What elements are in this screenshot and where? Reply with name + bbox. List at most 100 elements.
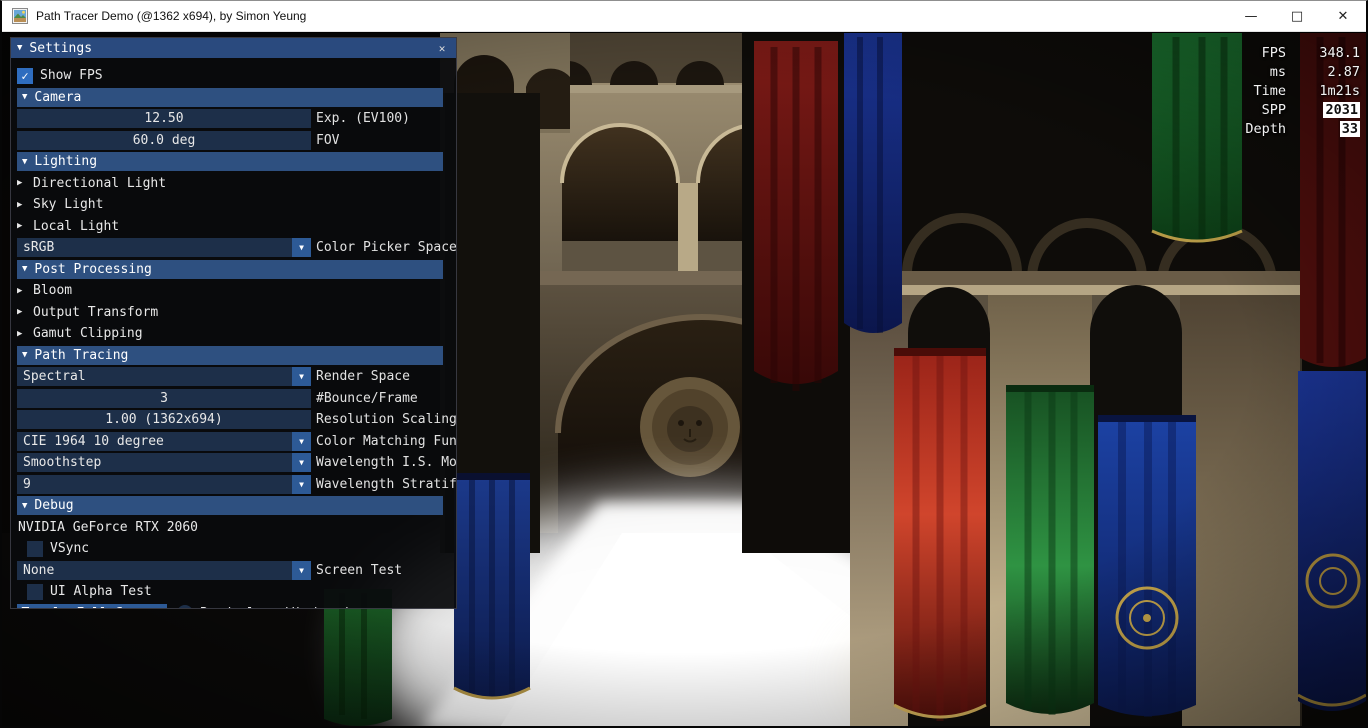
chevron-open-icon: ▼	[22, 156, 28, 167]
tree-node-local-light[interactable]: ▶ Local Light	[17, 217, 456, 236]
settings-title: Settings	[29, 40, 93, 56]
fov-input[interactable]: 60.0 deg	[17, 130, 311, 150]
tree-node-label: Directional Light	[33, 175, 167, 191]
resolution-scaling-row: 1.00 (1362x694) Resolution Scaling	[17, 410, 456, 429]
time-label: Time	[1253, 83, 1286, 99]
vsync-row: VSync	[17, 539, 456, 558]
gpu-name-row: NVIDIA GeForce RTX 2060	[17, 518, 456, 537]
borderless-windowed-label: Borderless Windowed	[200, 606, 349, 609]
section-header-lighting[interactable]: ▼ Lighting	[17, 152, 443, 171]
combo-value: 9	[23, 476, 31, 492]
render-space-row: Spectral ▼ Render Space	[17, 367, 456, 386]
minimize-icon: —	[1244, 8, 1258, 24]
chevron-down-icon[interactable]: ▼	[292, 560, 311, 580]
toggle-fullscreen-label: Toggle Full Screen	[22, 606, 163, 609]
debug-header-label: Debug	[34, 498, 74, 513]
wavelength-is-label: Wavelength I.S. Mo	[316, 455, 456, 470]
tree-node-label: Output Transform	[33, 304, 159, 320]
color-picker-space-combo[interactable]: sRGB ▼	[17, 238, 311, 257]
maximize-button[interactable]: □	[1274, 1, 1320, 32]
section-header-debug[interactable]: ▼ Debug	[17, 496, 443, 515]
chevron-open-icon: ▼	[22, 264, 28, 274]
section-header-post-processing[interactable]: ▼ Post Processing	[17, 259, 443, 279]
combo-value: Smoothstep	[23, 455, 102, 470]
tree-node-directional-light[interactable]: ▶ Directional Light	[17, 174, 456, 193]
path-tracing-header-label: Path Tracing	[34, 347, 129, 363]
chevron-down-icon[interactable]: ▼	[292, 367, 311, 386]
stats-overlay: FPS 348.1 ms 2.87 Time 1m21s SPP 2031 De…	[1240, 44, 1360, 139]
wavelength-strat-combo[interactable]: 9 ▼	[17, 474, 311, 494]
resolution-scaling-input[interactable]: 1.00 (1362x694)	[17, 410, 311, 429]
color-picker-space-row: sRGB ▼ Color Picker Space	[17, 238, 456, 257]
exposure-input[interactable]: 12.50	[17, 109, 311, 128]
chevron-open-icon[interactable]: ▼	[17, 43, 22, 53]
exposure-value: 12.50	[144, 111, 184, 126]
time-value: 1m21s	[1319, 83, 1360, 99]
screen-test-combo[interactable]: None ▼	[17, 560, 311, 580]
tree-node-sky-light[interactable]: ▶ Sky Light	[17, 195, 456, 214]
close-button[interactable]: ✕	[1320, 1, 1366, 32]
color-matching-label: Color Matching Fun	[316, 433, 456, 449]
ms-label: ms	[1269, 64, 1286, 80]
combo-value: None	[23, 562, 55, 578]
show-fps-checkbox[interactable]: ✓	[17, 67, 33, 84]
bounce-input[interactable]: 3	[17, 388, 311, 408]
combo-value: CIE 1964 10 degree	[23, 433, 164, 449]
ms-value: 2.87	[1327, 64, 1360, 80]
bounce-value: 3	[160, 390, 168, 406]
app-window: Path Tracer Demo (@1362 x694), by Simon …	[0, 0, 1368, 728]
fps-value: 348.1	[1319, 45, 1360, 61]
minimize-button[interactable]: —	[1228, 1, 1274, 32]
vsync-checkbox[interactable]	[27, 540, 43, 557]
chevron-down-icon[interactable]: ▼	[292, 474, 311, 494]
gpu-name: NVIDIA GeForce RTX 2060	[18, 519, 199, 535]
chevron-closed-icon: ▶	[17, 307, 23, 317]
resolution-value: 1.00 (1362x694)	[105, 412, 223, 427]
tree-node-label: Bloom	[33, 283, 73, 298]
camera-header-label: Camera	[34, 89, 82, 105]
screen-test-label: Screen Test	[316, 562, 403, 578]
toggle-fullscreen-button[interactable]: Toggle Full Screen	[17, 603, 167, 609]
fps-label: FPS	[1261, 45, 1286, 61]
chevron-closed-icon: ▶	[17, 199, 23, 210]
exposure-row: 12.50 Exp. (EV100)	[17, 109, 456, 128]
chevron-down-icon[interactable]: ▼	[292, 431, 311, 451]
window-title: Path Tracer Demo (@1362 x694), by Simon …	[36, 9, 307, 23]
tree-node-output-transform[interactable]: ▶ Output Transform	[17, 303, 456, 322]
os-titlebar[interactable]: Path Tracer Demo (@1362 x694), by Simon …	[2, 1, 1366, 32]
ui-alpha-test-row: UI Alpha Test	[17, 582, 456, 601]
show-fps-row: ✓ Show FPS	[17, 66, 456, 85]
wavelength-strat-row: 9 ▼ Wavelength Stratif	[17, 474, 456, 494]
tree-node-label: Local Light	[33, 218, 120, 234]
exposure-label: Exp. (EV100)	[316, 111, 410, 126]
section-header-path-tracing[interactable]: ▼ Path Tracing	[17, 345, 443, 365]
chevron-down-icon[interactable]: ▼	[292, 238, 311, 257]
panel-close-icon[interactable]: ✕	[434, 42, 450, 55]
depth-label: Depth	[1245, 121, 1286, 137]
window-mode-row: Toggle Full Screen Borderless Windowed	[17, 603, 456, 609]
render-space-label: Render Space	[316, 369, 410, 384]
check-icon: ✓	[21, 68, 29, 83]
chevron-down-icon[interactable]: ▼	[292, 453, 311, 472]
post-processing-header-label: Post Processing	[34, 261, 152, 277]
chevron-closed-icon: ▶	[17, 285, 23, 296]
wavelength-is-combo[interactable]: Smoothstep ▼	[17, 453, 311, 472]
vsync-label: VSync	[50, 541, 90, 556]
color-picker-space-label: Color Picker Space	[316, 240, 456, 255]
close-icon: ✕	[1337, 8, 1349, 24]
wavelength-strat-label: Wavelength Stratif	[316, 476, 456, 492]
app-icon	[12, 8, 28, 24]
color-matching-combo[interactable]: CIE 1964 10 degree ▼	[17, 431, 311, 451]
combo-value: sRGB	[23, 240, 55, 255]
settings-titlebar[interactable]: ▼ Settings ✕	[11, 38, 456, 58]
tree-node-label: Gamut Clipping	[33, 326, 143, 341]
ui-alpha-test-checkbox[interactable]	[27, 583, 43, 600]
render-space-combo[interactable]: Spectral ▼	[17, 367, 311, 386]
section-header-camera[interactable]: ▼ Camera	[17, 87, 443, 107]
tree-node-gamut-clipping[interactable]: ▶ Gamut Clipping	[17, 324, 456, 343]
chevron-open-icon: ▼	[22, 92, 28, 102]
borderless-windowed-radio[interactable]	[177, 605, 193, 608]
chevron-closed-icon: ▶	[17, 221, 23, 231]
fov-row: 60.0 deg FOV	[17, 130, 456, 150]
tree-node-bloom[interactable]: ▶ Bloom	[17, 281, 456, 300]
